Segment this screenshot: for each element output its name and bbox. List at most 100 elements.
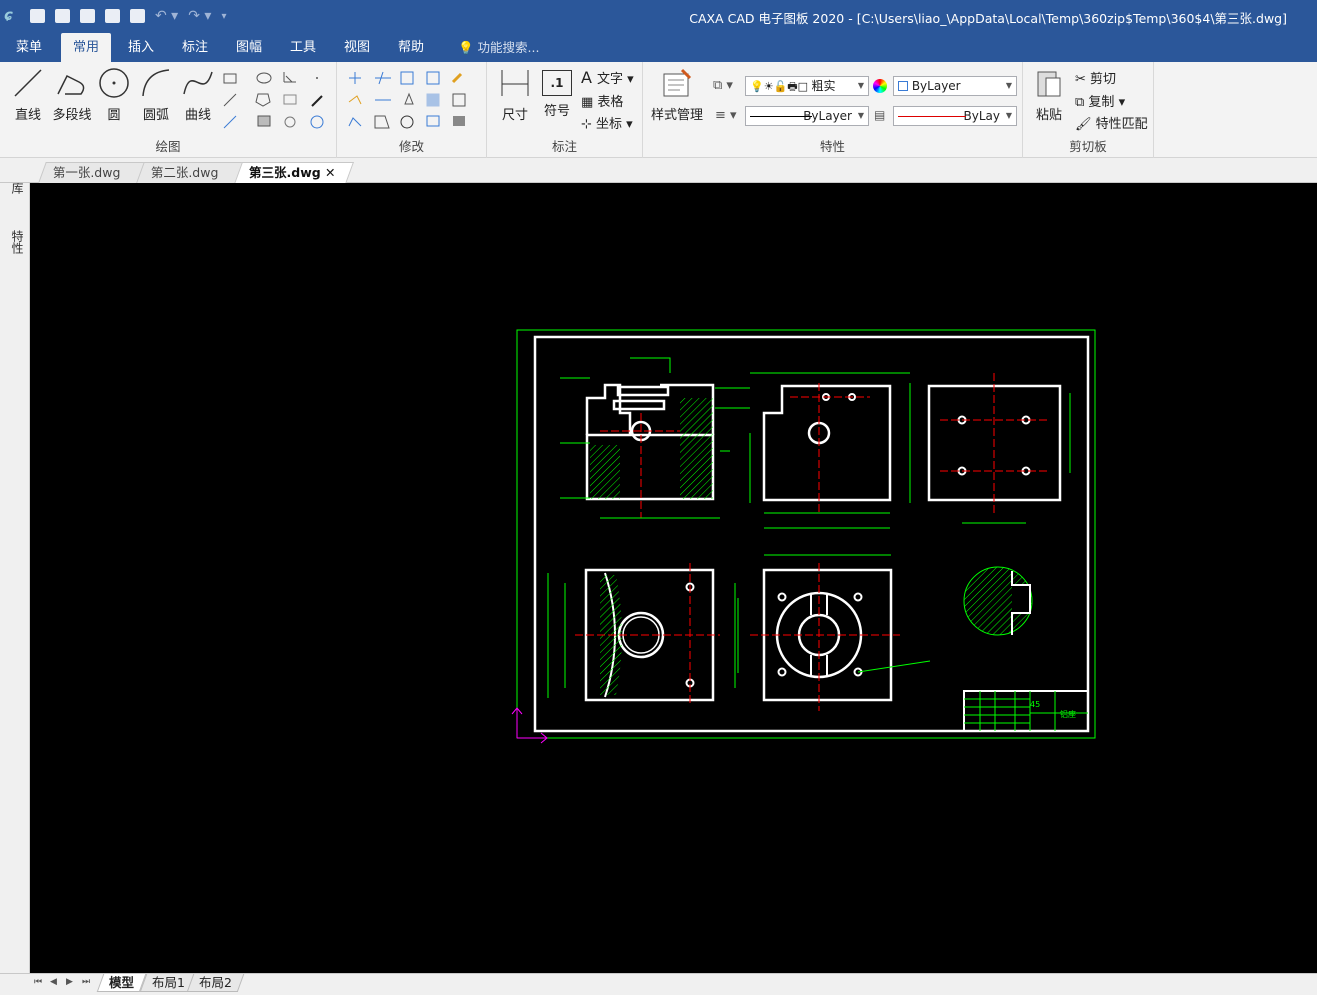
circle-label: 圆 bbox=[107, 108, 121, 123]
text-icon: A bbox=[581, 68, 598, 87]
redo-icon[interactable]: ↷ ▾ bbox=[188, 8, 211, 24]
modify-tools[interactable] bbox=[345, 68, 483, 130]
chevron-down-icon: ▼ bbox=[857, 111, 864, 120]
layout-tab-bar: ⏮ ◀ ▶ ⏭ 模型 布局1 布局2 bbox=[0, 973, 1317, 995]
layout-tab-model[interactable]: 模型 bbox=[96, 974, 147, 992]
undo-icon[interactable]: ↶ ▾ bbox=[155, 8, 178, 24]
style-manager-button[interactable]: 样式管理 bbox=[649, 66, 705, 123]
style-manager-label: 样式管理 bbox=[650, 108, 703, 123]
save-icon[interactable] bbox=[80, 9, 95, 23]
modify-group: 修改 bbox=[337, 62, 487, 158]
line-button[interactable]: 直线 bbox=[8, 66, 48, 123]
tab-sheet[interactable]: 图幅 bbox=[228, 33, 270, 62]
close-icon[interactable]: ✕ bbox=[325, 163, 335, 183]
save-all-icon[interactable] bbox=[105, 9, 120, 23]
tab-annotate[interactable]: 标注 bbox=[174, 33, 216, 62]
coordinate-button[interactable]: ⊹ 坐标 ▾ bbox=[581, 113, 633, 132]
title-block-name: 铝座 bbox=[1060, 709, 1076, 719]
new-file-icon[interactable] bbox=[30, 9, 45, 23]
first-layout-icon[interactable]: ⏮ bbox=[34, 977, 42, 987]
copy-button[interactable]: ⧉ 复制 ▾ bbox=[1075, 91, 1125, 110]
lineweight-icon[interactable]: ▤ bbox=[874, 108, 885, 122]
lineweight-combo[interactable]: ByLay ▼ bbox=[893, 106, 1017, 126]
copy-icon: ⧉ bbox=[1075, 95, 1089, 110]
curve-button[interactable]: 曲线 bbox=[178, 66, 218, 123]
customize-qat-icon[interactable]: ▾ bbox=[221, 11, 226, 22]
tab-help[interactable]: 帮助 bbox=[390, 33, 432, 62]
text-button[interactable]: A 文字 ▾ bbox=[581, 68, 634, 87]
line-label: 直线 bbox=[14, 108, 41, 123]
title-block-number: 45 bbox=[1030, 700, 1040, 709]
layer-manager-icon[interactable]: ⧉ ▾ bbox=[713, 78, 733, 93]
symbol-button[interactable]: .1 符号 bbox=[537, 66, 577, 119]
table-button[interactable]: ▦ 表格 bbox=[581, 91, 623, 110]
clipboard-group: 粘贴 ✂ 剪切 ⧉ 复制 ▾ 🖌 特性匹配 剪切板 bbox=[1023, 62, 1154, 158]
tab-common[interactable]: 常用 bbox=[61, 33, 111, 62]
copy-label: 复制 bbox=[1088, 95, 1115, 110]
layer-state-icons: 💡☀🔓🖶□ bbox=[750, 80, 812, 93]
coordinate-icon: ⊹ bbox=[581, 117, 597, 132]
spline-icon bbox=[181, 66, 215, 100]
properties-group: 样式管理 ⧉ ▾ ≡ ▾ 💡☀🔓🖶□ 粗实 ▼ ByLayer ▼ ByLayer ▼… bbox=[643, 62, 1023, 158]
color-swatch-icon bbox=[898, 81, 908, 91]
chevron-down-icon: ▼ bbox=[1005, 111, 1012, 120]
dimension-button[interactable]: 尺寸 bbox=[495, 66, 535, 123]
title-bar: ɕ ↶ ▾ ↷ ▾ ▾ CAXA CAD 电子图板 2020 - [C:\Use… bbox=[0, 0, 1317, 33]
open-file-icon[interactable] bbox=[55, 9, 70, 23]
right-view bbox=[927, 373, 1071, 524]
polyline-button[interactable]: 多段线 bbox=[50, 66, 94, 123]
annotate-group-label: 标注 bbox=[551, 139, 577, 154]
prev-layout-icon[interactable]: ◀ bbox=[50, 977, 57, 987]
curve-label: 曲线 bbox=[184, 108, 211, 123]
ribbon-tab-bar: 菜单 常用 插入 标注 图幅 工具 视图 帮助 💡 功能搜索... bbox=[0, 33, 1317, 62]
app-menu-button[interactable]: 菜单 bbox=[8, 33, 50, 62]
paste-icon bbox=[1032, 66, 1066, 100]
ribbon: 直线 多段线 圆 圆弧 曲线 绘图 修改 尺寸 .1 符号 A 文字 ▾ ▦ 表… bbox=[0, 62, 1317, 158]
print-icon[interactable] bbox=[130, 9, 145, 23]
layer-combo[interactable]: 💡☀🔓🖶□ 粗实 ▼ bbox=[745, 76, 869, 96]
bottom-view bbox=[737, 554, 931, 711]
properties-panel-tab[interactable]: 特性 bbox=[9, 230, 24, 254]
properties-panel-label: 特性 bbox=[10, 230, 24, 254]
annotate-group: 尺寸 .1 符号 A 文字 ▾ ▦ 表格 ⊹ 坐标 ▾ 标注 bbox=[487, 62, 643, 158]
layout-tab-label: 模型 bbox=[109, 975, 135, 990]
paste-button[interactable]: 粘贴 bbox=[1029, 66, 1069, 123]
color-combo[interactable]: ByLayer ▼ bbox=[893, 76, 1017, 96]
linetype-combo[interactable]: ByLayer ▼ bbox=[745, 106, 869, 126]
cut-button[interactable]: ✂ 剪切 bbox=[1075, 68, 1116, 87]
doc-tab-1[interactable]: 第一张.dwg bbox=[38, 162, 146, 183]
table-label: 表格 bbox=[597, 95, 624, 110]
cut-label: 剪切 bbox=[1090, 72, 1117, 87]
quick-access-toolbar: ↶ ▾ ↷ ▾ ▾ bbox=[30, 7, 226, 25]
feature-search[interactable]: 💡 功能搜索... bbox=[458, 33, 539, 62]
tab-view[interactable]: 视图 bbox=[336, 33, 378, 62]
scissors-icon: ✂ bbox=[1075, 72, 1091, 87]
tab-insert[interactable]: 插入 bbox=[120, 33, 162, 62]
arc-button[interactable]: 圆弧 bbox=[136, 66, 176, 123]
color-wheel-icon[interactable] bbox=[873, 79, 887, 93]
dimension-icon bbox=[498, 66, 532, 100]
app-logo-icon[interactable]: ɕ bbox=[4, 6, 18, 24]
circle-button[interactable]: 圆 bbox=[94, 66, 134, 123]
modify-group-label: 修改 bbox=[398, 139, 424, 154]
symbol-label: 符号 bbox=[543, 104, 570, 119]
text-label: 文字 bbox=[597, 72, 624, 87]
drawing-canvas[interactable]: 45 铝座 bbox=[30, 183, 1317, 973]
layer-value: 粗实 bbox=[811, 79, 836, 93]
window-title: CAXA CAD 电子图板 2020 - [C:\Users\liao_\App… bbox=[689, 11, 1287, 26]
doc-tab-2[interactable]: 第二张.dwg bbox=[136, 162, 244, 183]
match-properties-button[interactable]: 🖌 特性匹配 bbox=[1075, 113, 1148, 132]
arc-label: 圆弧 bbox=[142, 108, 169, 123]
draw-group-label: 绘图 bbox=[155, 139, 181, 154]
detail-view bbox=[963, 566, 1033, 636]
last-layout-icon[interactable]: ⏭ bbox=[82, 977, 90, 987]
linetype-list-icon[interactable]: ≡ ▾ bbox=[715, 108, 737, 123]
next-layout-icon[interactable]: ▶ bbox=[66, 977, 73, 987]
doc-tab-label: 第一张.dwg bbox=[52, 165, 121, 180]
draw-small-tools[interactable] bbox=[220, 68, 332, 130]
layout-tab-2[interactable]: 布局2 bbox=[186, 974, 245, 992]
doc-tab-3[interactable]: 第三张.dwg ✕ bbox=[233, 162, 355, 184]
circle-icon bbox=[97, 66, 131, 100]
tab-tools[interactable]: 工具 bbox=[282, 33, 324, 62]
document-tabs: 第一张.dwg 第二张.dwg 第三张.dwg ✕ bbox=[0, 158, 1317, 184]
